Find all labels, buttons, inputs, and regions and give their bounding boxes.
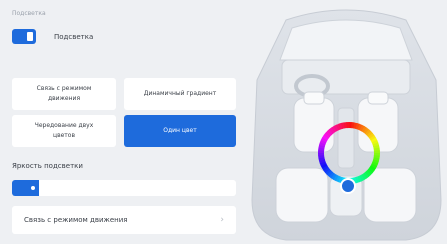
color-wheel-layer [317, 121, 381, 194]
color-wheel[interactable] [317, 121, 381, 185]
color-picker-handle[interactable] [340, 178, 356, 194]
